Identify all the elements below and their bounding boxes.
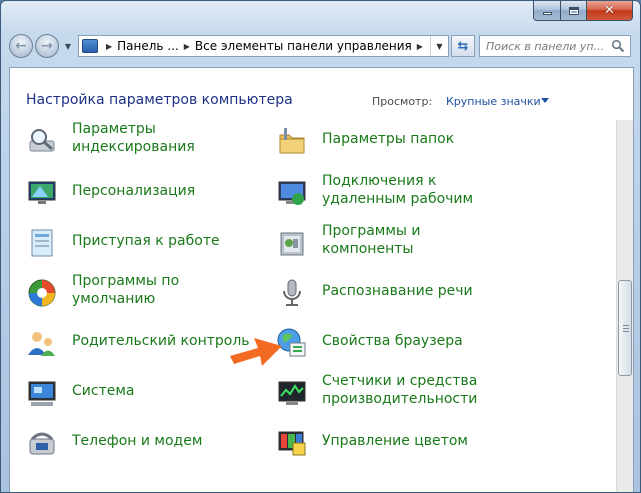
address-dropdown-button[interactable]: ▼ — [430, 36, 448, 56]
forward-button[interactable]: → — [35, 34, 59, 58]
item-label: Программы по умолчанию — [72, 273, 180, 307]
default-programs-icon — [28, 279, 56, 307]
control-panel-window: ✕ ← → ▼ ▶ Панель ... ▶ Все элементы пане… — [0, 0, 641, 493]
grip-line — [623, 325, 629, 326]
address-bar[interactable]: ▶ Панель ... ▶ Все элементы панели управ… — [78, 35, 449, 57]
maximize-icon — [568, 6, 579, 15]
close-button[interactable]: ✕ — [587, 1, 633, 21]
item-label: Персонализация — [72, 183, 196, 199]
item-label: Свойства браузера — [322, 333, 463, 349]
breadcrumb-separator-icon[interactable]: ▶ — [106, 42, 112, 51]
item-label: Управление цветом — [322, 433, 468, 449]
item-label: Параметры папок — [322, 131, 455, 147]
grip-line — [623, 331, 629, 332]
page-title: Настройка параметров компьютера — [26, 92, 293, 108]
view-label: Просмотр: — [372, 95, 433, 108]
programs-and-features-icon — [280, 232, 304, 256]
back-arrow-icon: ← — [15, 38, 27, 54]
scrollbar-thumb[interactable] — [618, 280, 632, 376]
item-label: Подключения к удаленным рабочим — [322, 173, 474, 207]
maximize-button[interactable] — [561, 1, 587, 21]
breadcrumb-separator-icon[interactable]: ▶ — [184, 42, 190, 51]
forward-arrow-icon: → — [41, 38, 53, 54]
breadcrumb-separator-icon[interactable]: ▶ — [417, 42, 423, 51]
microphone-icon — [283, 279, 301, 306]
caption-buttons: ✕ — [533, 1, 633, 21]
close-icon: ✕ — [604, 3, 615, 18]
control-panel-items: Параметры индексирования Параметры папок — [10, 120, 614, 492]
minimize-button[interactable] — [533, 1, 561, 21]
phone-modem-icon — [29, 432, 55, 455]
view-dropdown-caret-icon[interactable] — [541, 98, 549, 103]
indexing-magnifier-icon — [29, 129, 55, 152]
control-panel-icon — [82, 39, 98, 53]
recent-pages-button[interactable]: ▼ — [62, 42, 74, 51]
performance-icon — [278, 381, 306, 405]
item-label: Программы и компоненты — [322, 223, 421, 257]
personalization-icon — [28, 181, 56, 204]
item-label: Распознавание речи — [322, 283, 473, 299]
item-label: Телефон и модем — [72, 433, 203, 449]
highlight-arrow-icon — [230, 338, 282, 366]
item-label: Приступая к работе — [72, 233, 220, 249]
parental-controls-icon — [28, 332, 55, 356]
back-button[interactable]: ← — [9, 34, 33, 58]
item-label: Система — [72, 383, 135, 399]
content-header: Настройка параметров компьютера Просмотр… — [10, 68, 633, 120]
breadcrumb-control-panel[interactable]: Панель ... — [117, 39, 179, 53]
vertical-scrollbar[interactable] — [616, 120, 633, 492]
search-input[interactable] — [486, 39, 604, 53]
system-icon — [28, 381, 56, 406]
refresh-button[interactable]: ⇆ — [451, 35, 475, 57]
view-mode-dropdown[interactable]: Крупные значки — [446, 95, 541, 108]
chevron-down-icon: ▼ — [64, 41, 72, 51]
content-pane: Настройка параметров компьютера Просмотр… — [9, 67, 634, 492]
refresh-icon: ⇆ — [457, 38, 469, 54]
navigation-bar: ← → ▼ ▶ Панель ... ▶ Все элементы панели… — [9, 32, 632, 60]
grip-line — [623, 328, 629, 329]
item-label: Счетчики и средства производительности — [322, 373, 478, 407]
search-box[interactable] — [479, 35, 631, 57]
minimize-icon — [542, 12, 552, 15]
chevron-down-icon: ▼ — [436, 41, 443, 51]
color-management-icon — [278, 431, 306, 456]
remote-desktop-icon — [278, 181, 306, 205]
getting-started-icon — [31, 229, 53, 257]
folder-options-icon — [279, 128, 305, 154]
breadcrumb-all-items[interactable]: Все элементы панели управления — [195, 39, 412, 53]
search-icon[interactable] — [611, 39, 625, 53]
item-label: Параметры индексирования — [72, 121, 195, 155]
